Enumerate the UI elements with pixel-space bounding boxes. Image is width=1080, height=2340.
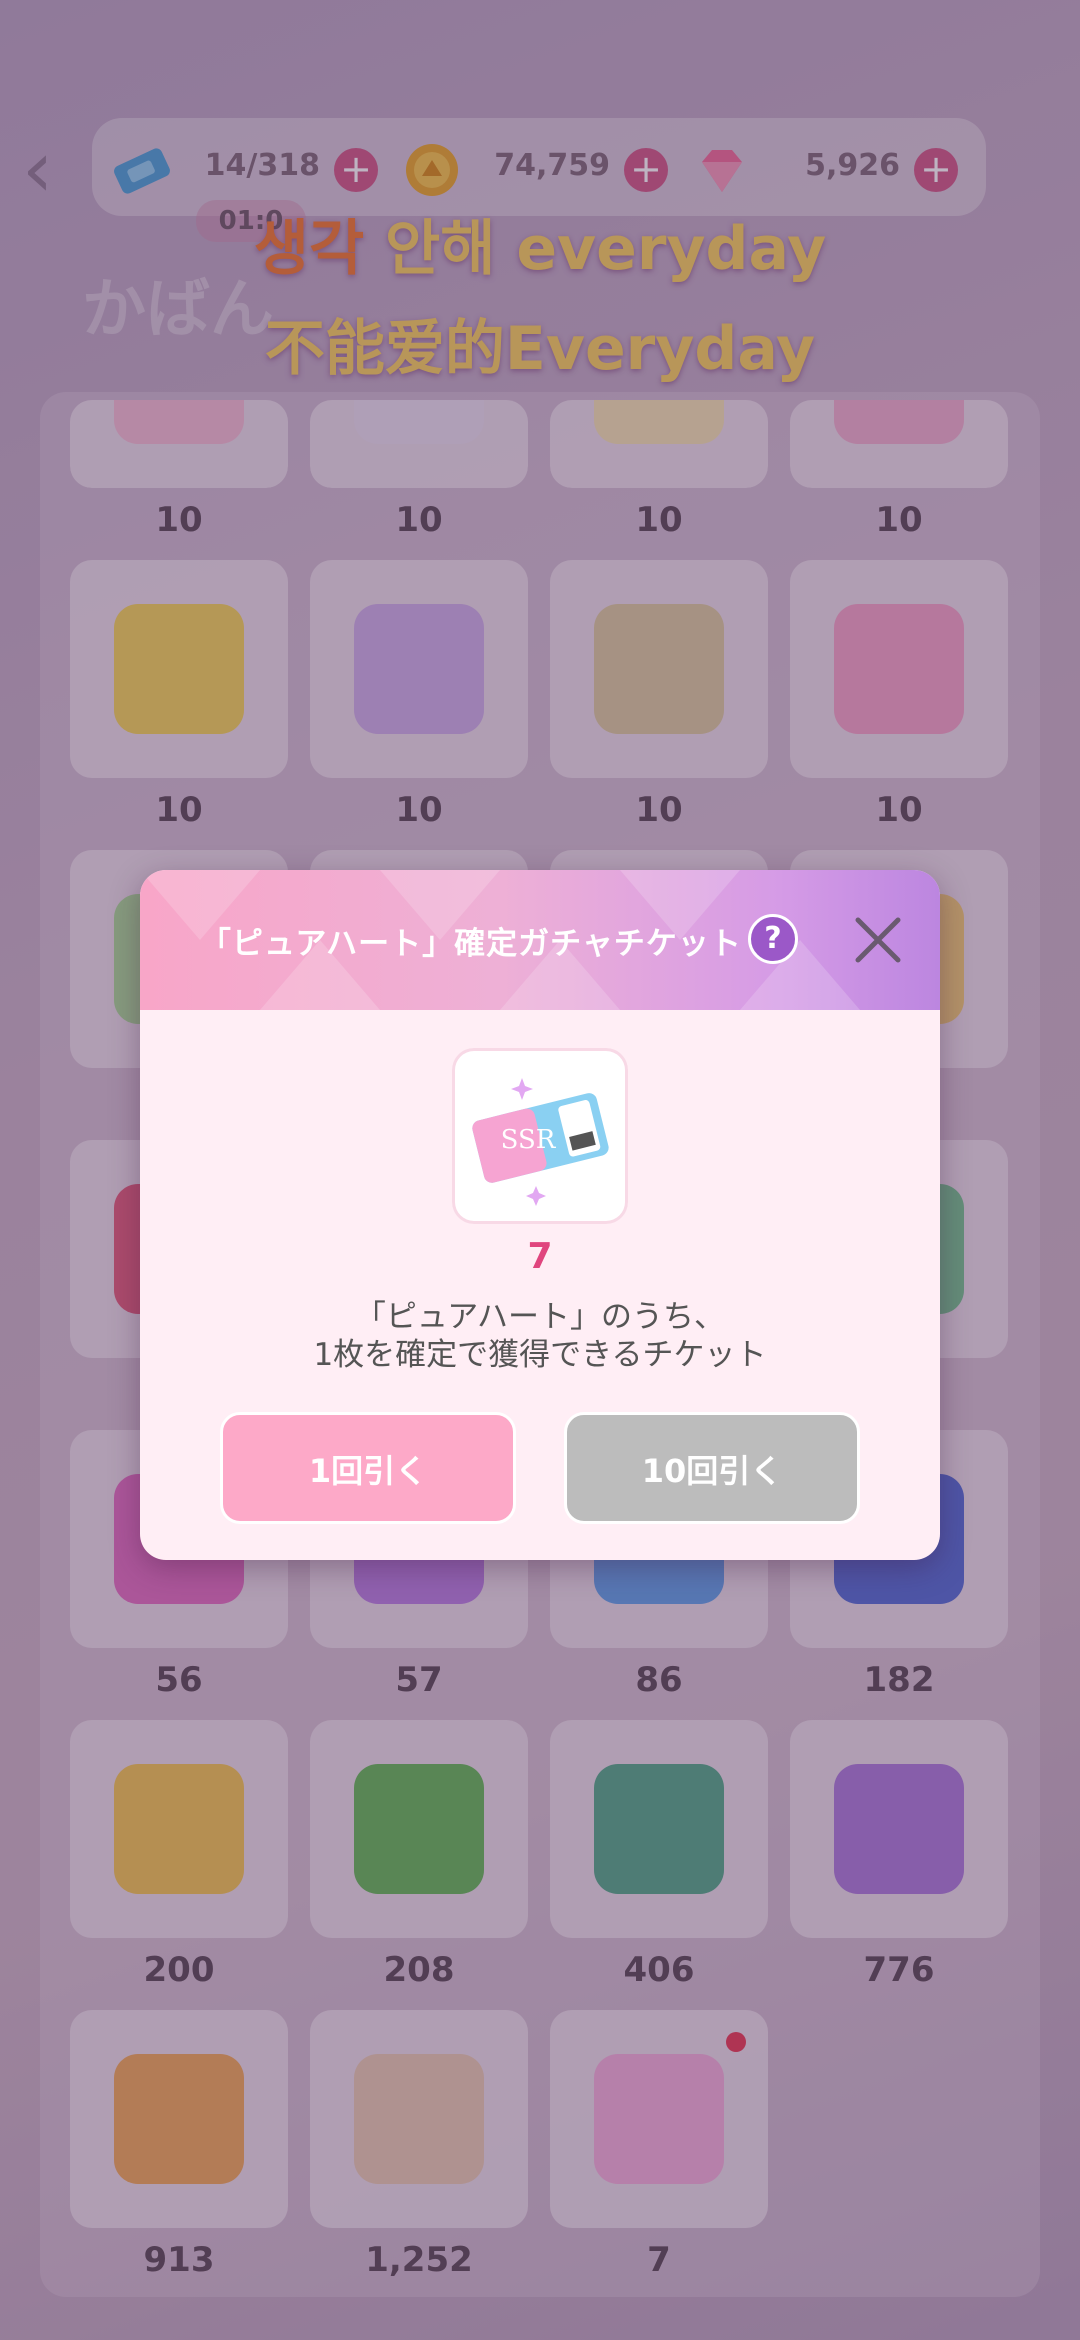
ticket-description: 「ピュアハート」のうち、 1枚を確定で獲得できるチケット [140,1298,940,1374]
close-icon[interactable] [848,910,908,970]
help-button[interactable]: ? [748,914,798,964]
dialog-header: 「ピュアハート」確定ガチャチケット ? [140,870,940,1010]
description-line-1: 「ピュアハート」のうち、 [354,1299,726,1335]
dialog-title: 「ピュアハート」確定ガチャチケット [200,926,742,962]
draw-1-button[interactable]: 1回引く [220,1412,516,1524]
ssr-ticket-icon: SSR [472,1078,609,1206]
description-line-2: 1枚を確定で獲得できるチケット [313,1337,767,1373]
ticket-quantity: 7 [527,1236,553,1277]
ticket-text: SSR [501,1125,557,1155]
gacha-ticket-dialog: 「ピュアハート」確定ガチャチケット ? SSR 7 「ピュアハート」のうち、 1… [140,870,940,1560]
draw-10-button[interactable]: 10回引く [564,1412,860,1524]
ticket-item-frame: SSR [452,1048,628,1224]
